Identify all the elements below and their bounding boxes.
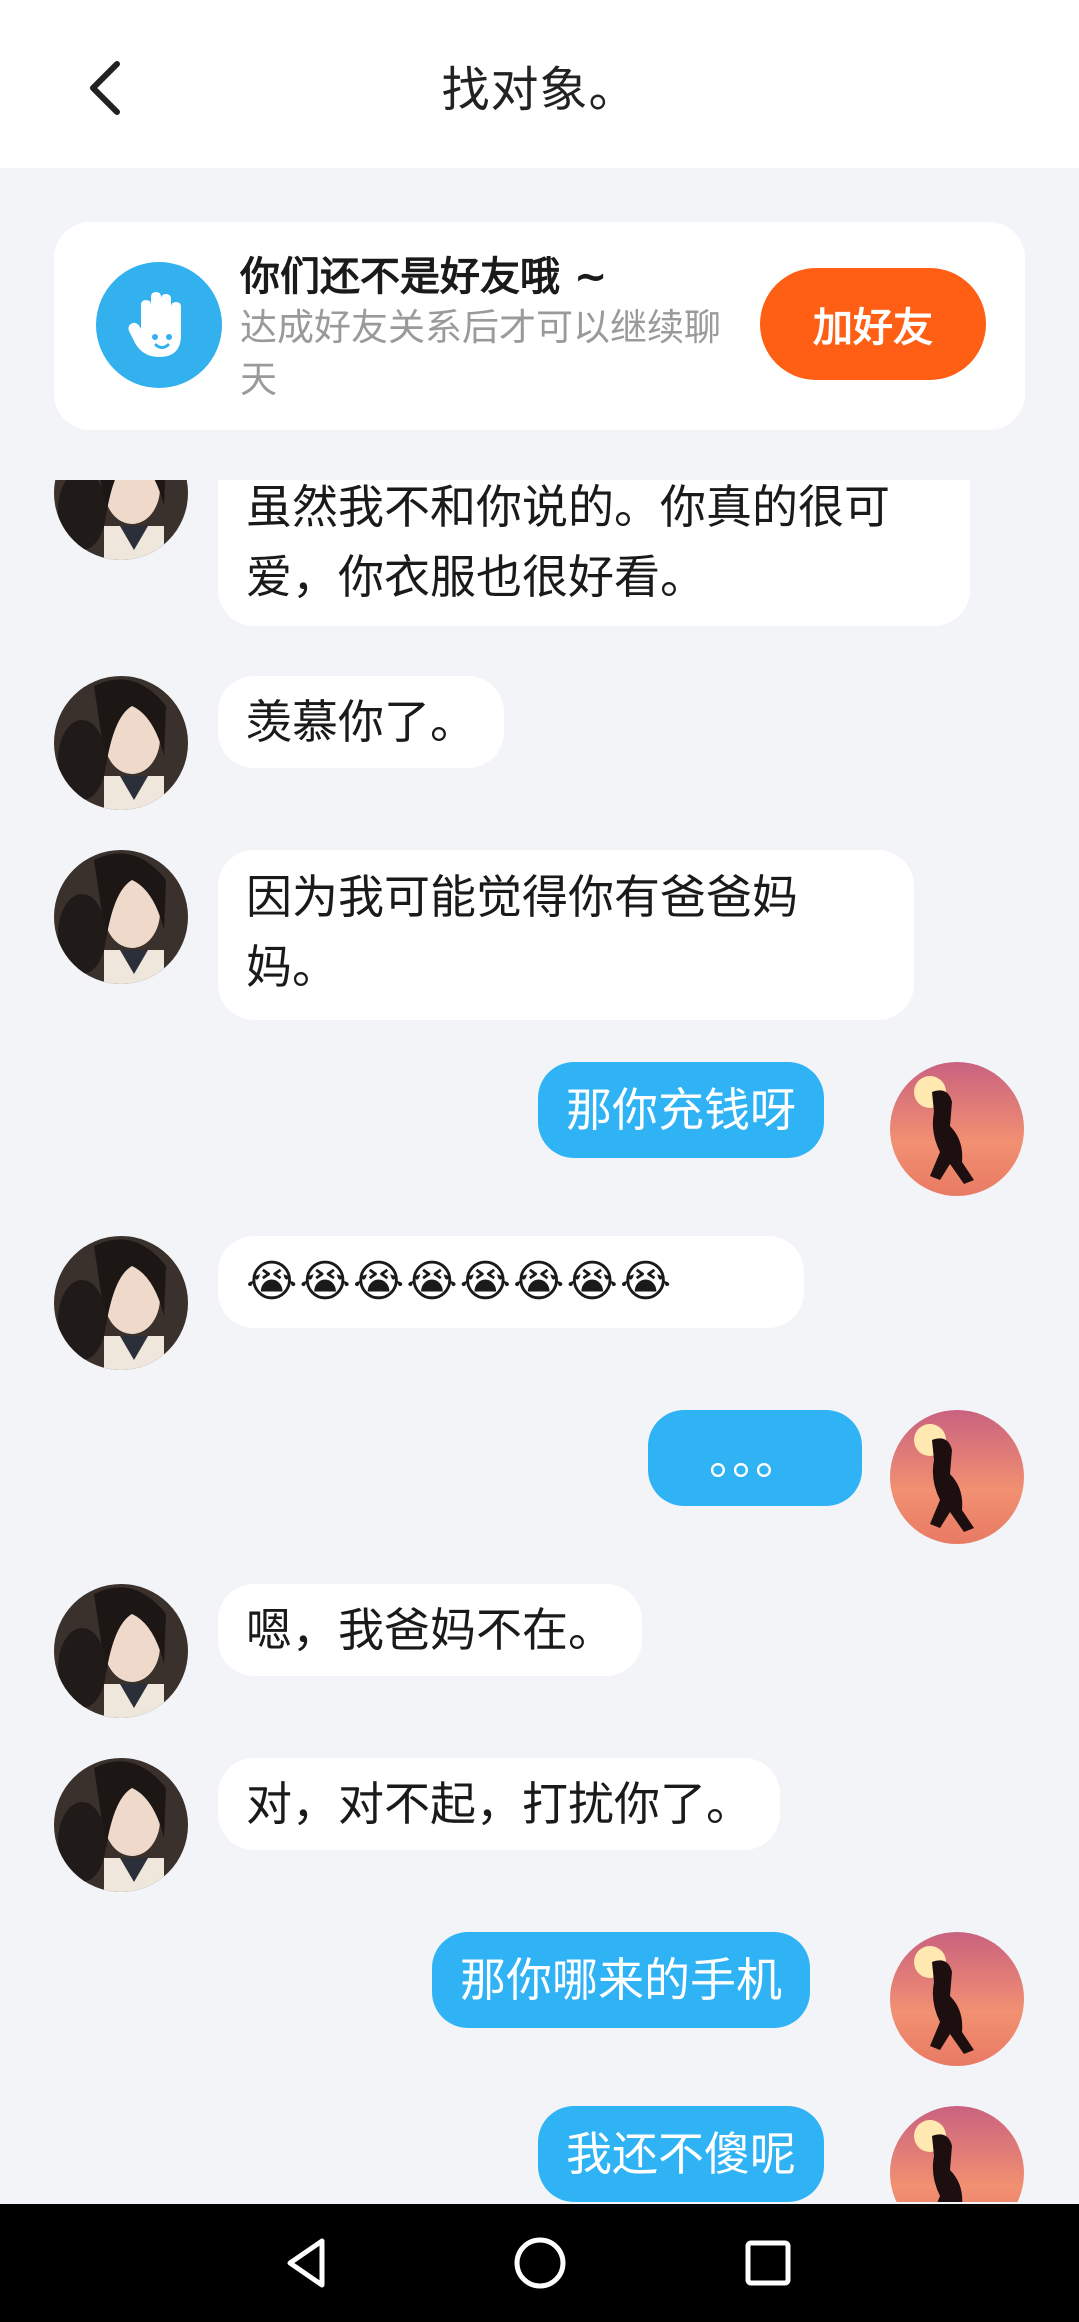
system-nav-bar [0, 2204, 1079, 2322]
user-avatar[interactable] [890, 1932, 1024, 2066]
user-avatar[interactable] [890, 1410, 1024, 1544]
message-text: 😭😭😭😭😭😭😭😭 [246, 1256, 674, 1307]
nav-home-button[interactable] [500, 2228, 580, 2298]
message-text: 虽然我不和你说的。你真的很可爱，你衣服也很好看。 [246, 480, 890, 604]
notice-subtitle: 达成好友关系后才可以继续聊天 [240, 306, 721, 401]
message-text: 那你哪来的手机 [460, 1953, 782, 2007]
nav-back-button[interactable] [268, 2228, 348, 2298]
waving-hand-icon [96, 262, 222, 388]
message-text: 那你充钱呀 [566, 1083, 796, 1137]
message-bubble[interactable]: 因为我可能觉得你有爸爸妈妈。 [218, 850, 914, 1020]
contact-avatar[interactable] [54, 1758, 188, 1892]
message-bubble[interactable]: 对，对不起，打扰你了。 [218, 1758, 780, 1850]
add-friend-button[interactable]: 加好友 [760, 268, 986, 380]
message-text: 羡慕你了。 [246, 695, 476, 749]
chat-title: 找对象。 [441, 62, 638, 118]
contact-avatar[interactable] [54, 850, 188, 984]
nav-recents-icon [745, 2240, 791, 2286]
message-bubble[interactable]: 那你充钱呀 [538, 1062, 824, 1158]
message-bubble[interactable]: 那你哪来的手机 [432, 1932, 810, 2028]
message-list[interactable]: 虽然我不和你说的。你真的很可爱，你衣服也很好看。 羡慕你了。 因为我可能觉得你有… [0, 480, 1079, 2202]
message-text: 因为我可能觉得你有爸爸妈妈。 [246, 870, 798, 994]
message-text: 。。。 [709, 1431, 801, 1485]
message-bubble[interactable]: 虽然我不和你说的。你真的很可爱，你衣服也很好看。 [218, 480, 970, 626]
nav-home-icon [514, 2237, 566, 2289]
message-bubble[interactable]: 。。。 [648, 1410, 862, 1506]
message-bubble[interactable]: 羡慕你了。 [218, 676, 504, 768]
message-bubble[interactable]: 嗯，我爸妈不在。 [218, 1584, 642, 1676]
contact-avatar[interactable] [54, 676, 188, 810]
contact-avatar[interactable] [54, 480, 188, 560]
top-bar: 找对象。 [0, 0, 1079, 168]
message-bubble[interactable]: 我还不傻呢 [538, 2106, 824, 2202]
message-text: 嗯，我爸妈不在。 [246, 1603, 614, 1657]
contact-avatar[interactable] [54, 1236, 188, 1370]
user-avatar[interactable] [890, 1062, 1024, 1196]
nav-back-icon [287, 2238, 325, 2288]
nav-recents-button[interactable] [728, 2228, 808, 2298]
notice-title: 你们还不是好友哦 ~ [240, 254, 608, 300]
not-friends-banner: 你们还不是好友哦 ~ 达成好友关系后才可以继续聊天 加好友 [54, 222, 1025, 430]
contact-avatar[interactable] [54, 1584, 188, 1718]
message-text: 对，对不起，打扰你了。 [246, 1777, 752, 1831]
user-avatar[interactable] [890, 2106, 1024, 2202]
message-text: 我还不傻呢 [566, 2127, 796, 2181]
message-bubble[interactable]: 😭😭😭😭😭😭😭😭 [218, 1236, 804, 1328]
